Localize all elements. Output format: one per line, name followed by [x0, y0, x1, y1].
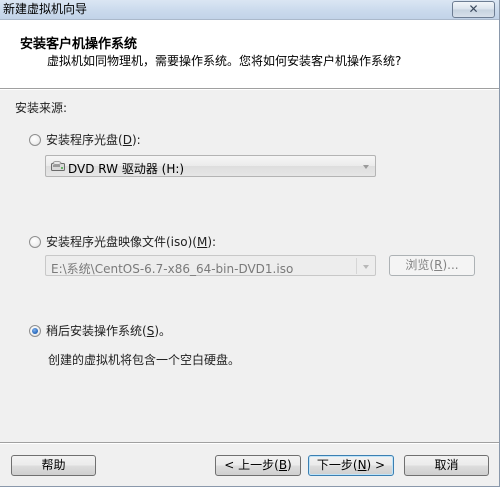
window-title: 新建虚拟机向导: [3, 2, 88, 16]
wizard-header: 安装客户机操作系统 虚拟机如同物理机，需要操作系统。您将如何安装客户机操作系统?: [0, 20, 499, 89]
disc-drive-select[interactable]: DVD RW 驱动器 (H:): [45, 155, 376, 177]
browse-button[interactable]: 浏览(R)...: [389, 255, 475, 276]
iso-path-value: E:\系统\CentOS-6.7-x86_64-bin-DVD1.iso: [51, 262, 294, 276]
new-vm-wizard-window: 新建虚拟机向导 ✕ 安装客户机操作系统 虚拟机如同物理机，需要操作系统。您将如何…: [0, 0, 500, 487]
close-icon: ✕: [468, 2, 479, 16]
next-button[interactable]: 下一步(N) >: [308, 455, 394, 476]
radio-install-disc[interactable]: 安装程序光盘(D):: [29, 131, 141, 148]
title-bar[interactable]: 新建虚拟机向导 ✕: [0, 0, 499, 20]
footer-divider-highlight: [0, 443, 499, 444]
page-title: 安装客户机操作系统: [20, 37, 138, 52]
radio-install-later[interactable]: 稍后安装操作系统(S)。: [29, 322, 171, 339]
radio-button[interactable]: [29, 235, 41, 248]
radio-install-disc-label: 安装程序光盘(D):: [46, 133, 141, 147]
help-button[interactable]: 帮助: [11, 455, 96, 476]
combobox-separator: [356, 258, 357, 274]
radio-install-iso-label: 安装程序光盘映像文件(iso)(M):: [46, 235, 217, 249]
back-button[interactable]: < 上一步(B): [215, 455, 301, 476]
dvd-drive-icon: [51, 160, 65, 171]
cancel-button[interactable]: 取消: [404, 455, 489, 476]
header-divider: [0, 89, 499, 90]
radio-button[interactable]: [29, 133, 41, 146]
page-subtitle: 虚拟机如同物理机，需要操作系统。您将如何安装客户机操作系统?: [47, 54, 402, 68]
chevron-down-icon: [363, 165, 369, 169]
radio-button-selected[interactable]: [29, 324, 41, 337]
close-button[interactable]: ✕: [452, 1, 495, 18]
install-source-label: 安装来源:: [15, 101, 68, 115]
chevron-down-icon: [363, 265, 369, 269]
iso-path-combobox[interactable]: E:\系统\CentOS-6.7-x86_64-bin-DVD1.iso: [45, 255, 376, 276]
disc-drive-value: DVD RW 驱动器 (H:): [68, 162, 185, 176]
radio-install-later-label: 稍后安装操作系统(S)。: [46, 324, 171, 338]
install-later-description: 创建的虚拟机将包含一个空白硬盘。: [48, 353, 241, 367]
radio-install-iso[interactable]: 安装程序光盘映像文件(iso)(M):: [29, 233, 216, 250]
